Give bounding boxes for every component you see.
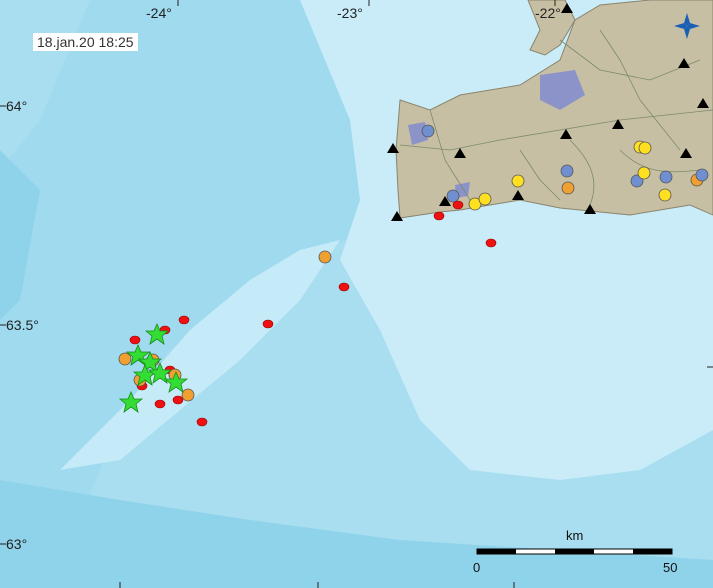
longitude-label: -23° (337, 5, 363, 21)
earthquake-map[interactable]: 18.jan.20 18:25 -24° -23° -22° 64° 63.5°… (0, 0, 713, 588)
timestamp-label: 18.jan.20 18:25 (33, 33, 138, 51)
scale-bar (476, 548, 673, 555)
scale-start-label: 0 (473, 560, 481, 575)
longitude-label: -24° (146, 5, 172, 21)
latitude-label: 63° (6, 536, 28, 552)
north-arrow-icon (674, 13, 700, 39)
longitude-label: -22° (535, 5, 561, 21)
scale-end-label: 50 (663, 560, 678, 575)
scale-unit-label: km (566, 528, 584, 543)
latitude-label: 63.5° (6, 317, 39, 333)
latitude-label: 64° (6, 98, 28, 114)
map-canvas (0, 0, 713, 588)
